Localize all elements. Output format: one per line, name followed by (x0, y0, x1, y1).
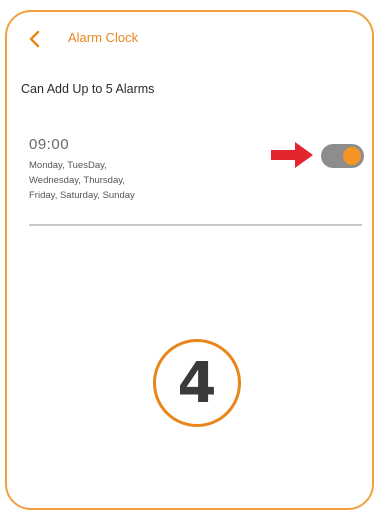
alarm-item[interactable]: 09:00 Monday, TuesDay, Wednesday, Thursd… (29, 136, 364, 228)
phone-screen: Alarm Clock Can Add Up to 5 Alarms 09:00… (5, 10, 374, 510)
alarm-time: 09:00 (29, 136, 70, 153)
step-number: 4 (177, 351, 217, 416)
right-arrow-icon (271, 142, 313, 168)
back-button[interactable] (25, 28, 45, 50)
divider (29, 224, 362, 226)
alarm-days-line: Friday, Saturday, Sunday (29, 190, 135, 201)
alarm-repeat-days: Monday, TuesDay, Wednesday, Thursday, Fr… (29, 158, 229, 203)
app-header: Alarm Clock (7, 12, 372, 60)
alarm-limit-hint: Can Add Up to 5 Alarms (21, 82, 155, 96)
alarm-days-line: Monday, TuesDay, (29, 160, 107, 171)
alarm-toggle[interactable] (321, 144, 364, 168)
step-badge: 4 (153, 339, 241, 427)
chevron-left-icon (29, 30, 40, 48)
toggle-knob (343, 147, 361, 165)
alarm-days-line: Wednesday, Thursday, (29, 175, 125, 186)
page-title: Alarm Clock (68, 30, 139, 45)
